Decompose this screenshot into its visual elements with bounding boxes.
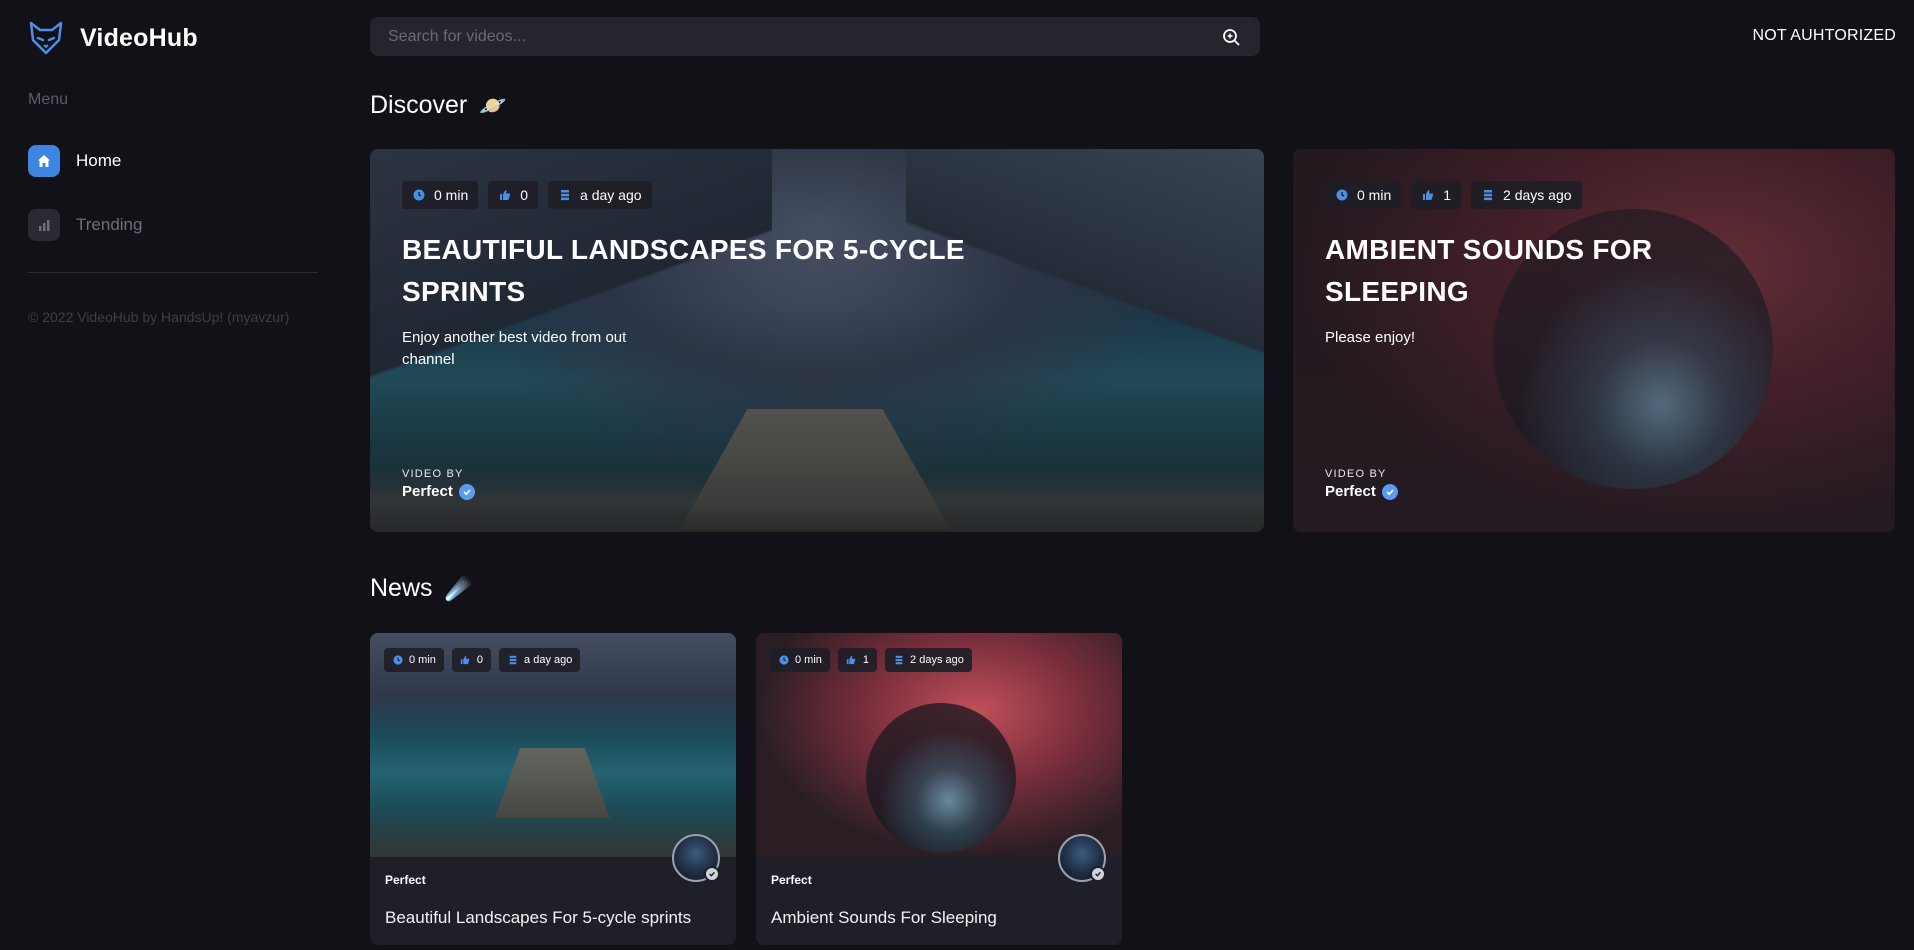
check-icon <box>704 866 720 882</box>
author-name[interactable]: Perfect <box>385 873 426 887</box>
video-by-label: VIDEO BY <box>1325 468 1387 480</box>
sidebar: VideoHub Menu Home Trending © 2022 Video… <box>0 0 345 950</box>
clock-icon <box>412 188 426 202</box>
video-by-label: VIDEO BY <box>402 468 464 480</box>
date-badge: a day ago <box>548 181 652 209</box>
search-input[interactable] <box>388 27 1220 46</box>
meta-row: 0 min 0 a day ago <box>384 648 581 672</box>
author-name: Perfect <box>402 483 453 500</box>
author-name[interactable]: Perfect <box>771 873 812 887</box>
sidebar-item-label: Trending <box>76 215 143 234</box>
video-title[interactable]: Beautiful Landscapes For 5-cycle sprints <box>385 908 691 928</box>
comet-icon: ☄️ <box>444 575 472 601</box>
app-name: VideoHub <box>80 23 198 52</box>
menu-title: Menu <box>28 91 69 108</box>
thumbs-up-icon <box>498 188 512 202</box>
author-name: Perfect <box>1325 483 1376 500</box>
hero-card[interactable]: 0 min 0 a day ago BEAUTIFUL LANDSCAPES F… <box>370 149 1264 532</box>
hero-title[interactable]: AMBIENT SOUNDS FOR SLEEPING <box>1325 229 1745 313</box>
clock-icon <box>778 655 789 666</box>
thumbs-up-icon <box>846 655 857 666</box>
verified-icon <box>458 483 475 500</box>
check-icon <box>1090 866 1106 882</box>
video-thumbnail[interactable]: 0 min 0 a day ago <box>370 633 736 857</box>
date-badge: 2 days ago <box>1471 181 1582 209</box>
stack-icon <box>558 188 572 202</box>
clock-icon <box>392 655 403 666</box>
meta-row: 0 min 1 2 days ago <box>770 648 972 672</box>
video-thumbnail[interactable]: 0 min 1 2 days ago <box>756 633 1122 857</box>
section-title-discover: Discover 🪐 <box>370 91 507 120</box>
thumbs-up-icon <box>460 655 471 666</box>
meta-row: 0 min 1 2 days ago <box>1325 181 1863 209</box>
avatar[interactable] <box>672 834 720 882</box>
sidebar-item-label: Home <box>76 151 122 170</box>
stack-icon <box>893 655 904 666</box>
section-title-text: Discover <box>370 91 468 119</box>
search-bar <box>370 17 1260 56</box>
duration-badge: 0 min <box>770 648 830 672</box>
fox-logo-icon <box>29 21 63 55</box>
video-card[interactable]: 0 min 0 a day ago Perfect Beautiful Land… <box>370 633 736 945</box>
likes-badge: 1 <box>1411 181 1462 209</box>
duration-badge: 0 min <box>402 181 479 209</box>
duration-badge: 0 min <box>1325 181 1402 209</box>
hero-description: Enjoy another best video from out channe… <box>402 329 627 368</box>
duration-badge: 0 min <box>384 648 444 672</box>
auth-status[interactable]: NOT AUHTORIZED <box>1752 27 1896 45</box>
sidebar-item-home[interactable]: Home <box>28 145 121 177</box>
sidebar-divider <box>28 272 318 273</box>
date-badge: a day ago <box>499 648 581 672</box>
verified-icon <box>1381 483 1398 500</box>
search-icon[interactable] <box>1220 26 1242 48</box>
hero-description: Please enjoy! <box>1325 329 1416 346</box>
video-author[interactable]: VIDEO BY Perfect <box>402 468 475 500</box>
avatar[interactable] <box>1058 834 1106 882</box>
likes-badge: 0 <box>488 181 539 209</box>
likes-badge: 0 <box>451 648 492 672</box>
sidebar-item-trending[interactable]: Trending <box>28 209 142 241</box>
copyright: © 2022 VideoHub by HandsUp! (myavzur) <box>28 309 290 325</box>
stack-icon <box>1481 188 1495 202</box>
date-badge: 2 days ago <box>885 648 972 672</box>
video-card[interactable]: 0 min 1 2 days ago Perfect Ambient Sound… <box>756 633 1122 945</box>
hero-card[interactable]: 0 min 1 2 days ago AMBIENT SOUNDS FOR SL… <box>1293 149 1895 532</box>
home-icon <box>28 145 60 177</box>
section-title-text: News <box>370 574 433 602</box>
clock-icon <box>1335 188 1349 202</box>
section-title-news: News ☄️ <box>370 574 472 603</box>
thumbs-up-icon <box>1421 188 1435 202</box>
chart-icon <box>28 209 60 241</box>
stack-icon <box>507 655 518 666</box>
likes-badge: 1 <box>837 648 878 672</box>
meta-row: 0 min 0 a day ago <box>402 181 1232 209</box>
video-title[interactable]: Ambient Sounds For Sleeping <box>771 908 997 928</box>
planet-icon: 🪐 <box>479 92 507 118</box>
hero-title[interactable]: BEAUTIFUL LANDSCAPES FOR 5-CYCLE SPRINTS <box>402 229 1002 313</box>
video-author[interactable]: VIDEO BY Perfect <box>1325 468 1398 500</box>
logo[interactable]: VideoHub <box>28 20 198 56</box>
